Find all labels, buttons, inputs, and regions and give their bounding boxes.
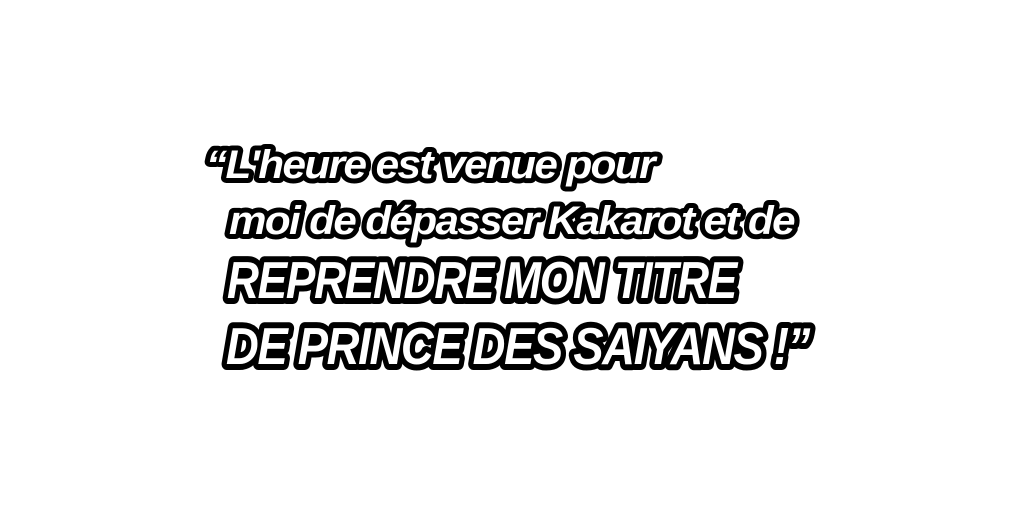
quote-line-1: “L'heure est venue pour: [206, 143, 658, 187]
quote-line-3: REPRENDRE MON TITRE: [227, 252, 738, 310]
quote-line-2: moi de dépasser Kakarot et de: [229, 199, 795, 243]
quote-line-4: DE PRINCE DES SAIYANS !”: [226, 318, 810, 376]
quote-card: “L'heure est venue pour moi de dépasser …: [0, 0, 1024, 512]
quote-graphic: “L'heure est venue pour moi de dépasser …: [201, 138, 818, 382]
